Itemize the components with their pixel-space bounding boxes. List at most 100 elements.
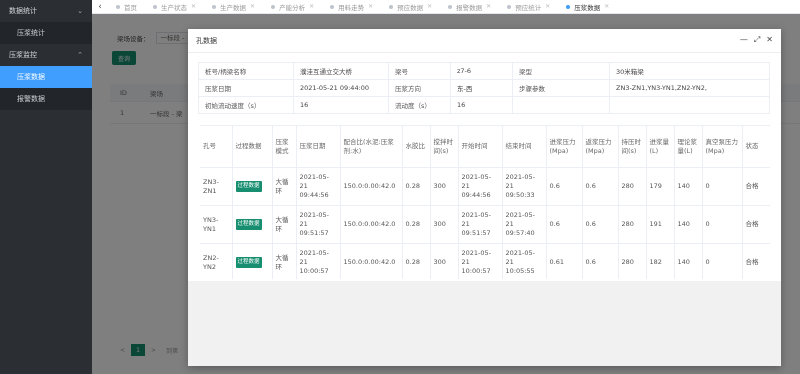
sidebar-group-monitor[interactable]: 压浆监控 ⌃ — [0, 44, 92, 66]
tab-label: 用料走势 — [338, 3, 365, 12]
sidebar-item-label: 压浆统计 — [17, 29, 45, 37]
sidebar-item-grout-stats[interactable]: 压浆统计 — [0, 22, 92, 44]
sidebar-item-alarm-data[interactable]: 报警数据 — [0, 88, 92, 110]
info-value: 东-西 — [450, 79, 513, 97]
tab-alarm-data[interactable]: 报警数据 ✕ — [440, 0, 499, 14]
tab-label: 生产状态 — [161, 3, 187, 12]
info-row: 压浆日期 2021-05-21 09:44:00 压浆方向 东-西 步骤参数 Z… — [198, 79, 770, 97]
dot-icon — [271, 4, 276, 9]
cell-p-in: 0.6 — [546, 167, 583, 206]
column-header: 持压时间(s) — [618, 125, 647, 168]
close-icon[interactable]: ✕ — [766, 35, 773, 45]
tab-prestress-data[interactable]: 预应数据 ✕ — [381, 0, 440, 14]
modal-footer — [188, 281, 781, 366]
tab-label: 报警数据 — [456, 3, 483, 12]
close-icon[interactable]: ✕ — [368, 3, 373, 10]
column-header: 进浆压力(Mpa) — [546, 125, 583, 168]
tab-grout-data[interactable]: 压浆数据 ✕ — [558, 0, 617, 14]
info-label: 梁型 — [512, 62, 610, 80]
process-data-button[interactable]: 过程数据 — [235, 257, 262, 268]
cell-start: 2021-05-21 10:00:57 — [458, 243, 503, 279]
column-header: 真空泵压力(Mpa) — [702, 125, 743, 168]
cell-vol: 182 — [646, 243, 675, 279]
sidebar-group-stats[interactable]: 数据统计 ⌄ — [0, 0, 92, 22]
cell-process: 过程数据 — [232, 167, 273, 206]
info-label: 梁号 — [388, 62, 451, 80]
tab-label: 生产数据 — [220, 3, 247, 12]
column-header: 过程数据 — [232, 125, 273, 168]
tab-material-trend[interactable]: 用料走势 ✕ — [322, 0, 381, 14]
sidebar-item-label: 报警数据 — [17, 95, 45, 103]
close-icon[interactable]: ✕ — [427, 3, 432, 10]
cell-date: 2021-05-21 09:51:57 — [296, 205, 341, 244]
cell-theory: 140 — [674, 167, 703, 206]
maximize-icon[interactable]: ⤢ — [754, 35, 760, 45]
sidebar-item-grout-data[interactable]: 压浆数据 — [0, 66, 92, 88]
tab-prestress-stats[interactable]: 预应统计 ✕ — [499, 0, 558, 14]
cell-end: 2021-05-21 10:05:55 — [502, 243, 547, 279]
tab-production-status[interactable]: 生产状态 ✕ — [145, 0, 204, 14]
column-header: 状态 — [742, 125, 770, 168]
column-header: 搅拌时间(s) — [430, 125, 459, 168]
column-header: 开始时间 — [458, 125, 503, 168]
tab-label: 首页 — [124, 3, 137, 12]
status-badge: 合格 — [742, 205, 770, 244]
process-data-button[interactable]: 过程数据 — [235, 181, 262, 192]
tab-home[interactable]: 首页 — [108, 0, 145, 14]
cell-ratio: 150.0:0.00:42.0 — [340, 167, 403, 206]
cell-hold: 280 — [618, 205, 647, 244]
dot-icon — [507, 4, 512, 9]
dot-icon — [212, 4, 217, 9]
column-header: 理论浆量(L) — [674, 125, 703, 168]
cell-date: 2021-05-21 09:44:56 — [296, 167, 341, 206]
info-label: 初始流动速度（s） — [198, 96, 294, 114]
cell-vol: 191 — [646, 205, 675, 244]
close-icon[interactable]: ✕ — [604, 3, 609, 10]
cell-hole: ZN3-ZN1 — [200, 167, 233, 206]
process-data-button[interactable]: 过程数据 — [235, 219, 262, 230]
cell-process: 过程数据 — [232, 205, 273, 244]
tab-production-data[interactable]: 生产数据 ✕ — [204, 0, 263, 14]
cell-hold: 280 — [618, 167, 647, 206]
cell-wb: 0.28 — [402, 167, 431, 206]
cell-hole: ZN2-YN2 — [200, 243, 233, 279]
cell-vac: 0 — [702, 243, 743, 279]
dot-icon — [153, 4, 157, 9]
minimize-icon[interactable]: — — [740, 35, 748, 45]
chevron-down-icon: ⌄ — [77, 7, 83, 15]
close-icon[interactable]: ✕ — [191, 3, 196, 10]
cell-vac: 0 — [702, 167, 743, 206]
close-icon[interactable]: ✕ — [309, 3, 314, 10]
info-value — [609, 96, 770, 114]
info-label: 压浆方向 — [388, 79, 451, 97]
cell-ratio: 150.0:0.00:42.0 — [340, 243, 403, 279]
close-icon[interactable]: ✕ — [545, 3, 550, 10]
column-header: 进浆量(L) — [646, 125, 675, 168]
cell-p-back: 0.6 — [582, 243, 619, 279]
tab-label: 预应统计 — [515, 3, 542, 12]
sidebar-group-label: 压浆监控 — [9, 51, 37, 59]
modal-header: 孔数据 — ⤢ ✕ — [188, 29, 781, 53]
info-row: 桩号/柄梁名称 濮洼互通立交大桥 梁号 z7-6 梁型 30米箱梁 — [198, 62, 770, 80]
cell-wb: 0.28 — [402, 243, 431, 279]
close-icon[interactable]: ✕ — [486, 3, 491, 10]
dot-icon — [448, 4, 453, 9]
tab-capacity[interactable]: 产能分析 ✕ — [263, 0, 322, 14]
sidebar: 数据统计 ⌄ 压浆统计 压浆监控 ⌃ 压浆数据 报警数据 — [0, 0, 92, 374]
dot-icon — [566, 4, 571, 9]
beam-info-table: 桩号/柄梁名称 濮洼互通立交大桥 梁号 z7-6 梁型 30米箱梁 压浆日期 2… — [198, 62, 770, 114]
cell-p-back: 0.6 — [582, 205, 619, 244]
chevron-left-icon[interactable]: ‹ — [92, 2, 108, 12]
cell-mix: 300 — [430, 167, 459, 206]
cell-p-in: 0.61 — [546, 243, 583, 279]
status-badge: 合格 — [742, 167, 770, 206]
info-label: 桩号/柄梁名称 — [198, 62, 294, 80]
close-icon[interactable]: ✕ — [250, 3, 255, 10]
column-header: 孔号 — [200, 125, 233, 168]
hole-data-modal: 孔数据 — ⤢ ✕ 桩号/柄梁名称 濮洼互通立交大桥 梁号 z7-6 梁型 30… — [188, 29, 781, 366]
cell-mode: 大循环 — [272, 205, 297, 244]
info-value: 30米箱梁 — [609, 62, 770, 80]
table-row: ZN3-ZN1 过程数据 大循环 2021-05-21 09:44:56 150… — [200, 167, 770, 206]
info-label — [512, 96, 610, 114]
chevron-up-icon: ⌃ — [77, 51, 83, 59]
